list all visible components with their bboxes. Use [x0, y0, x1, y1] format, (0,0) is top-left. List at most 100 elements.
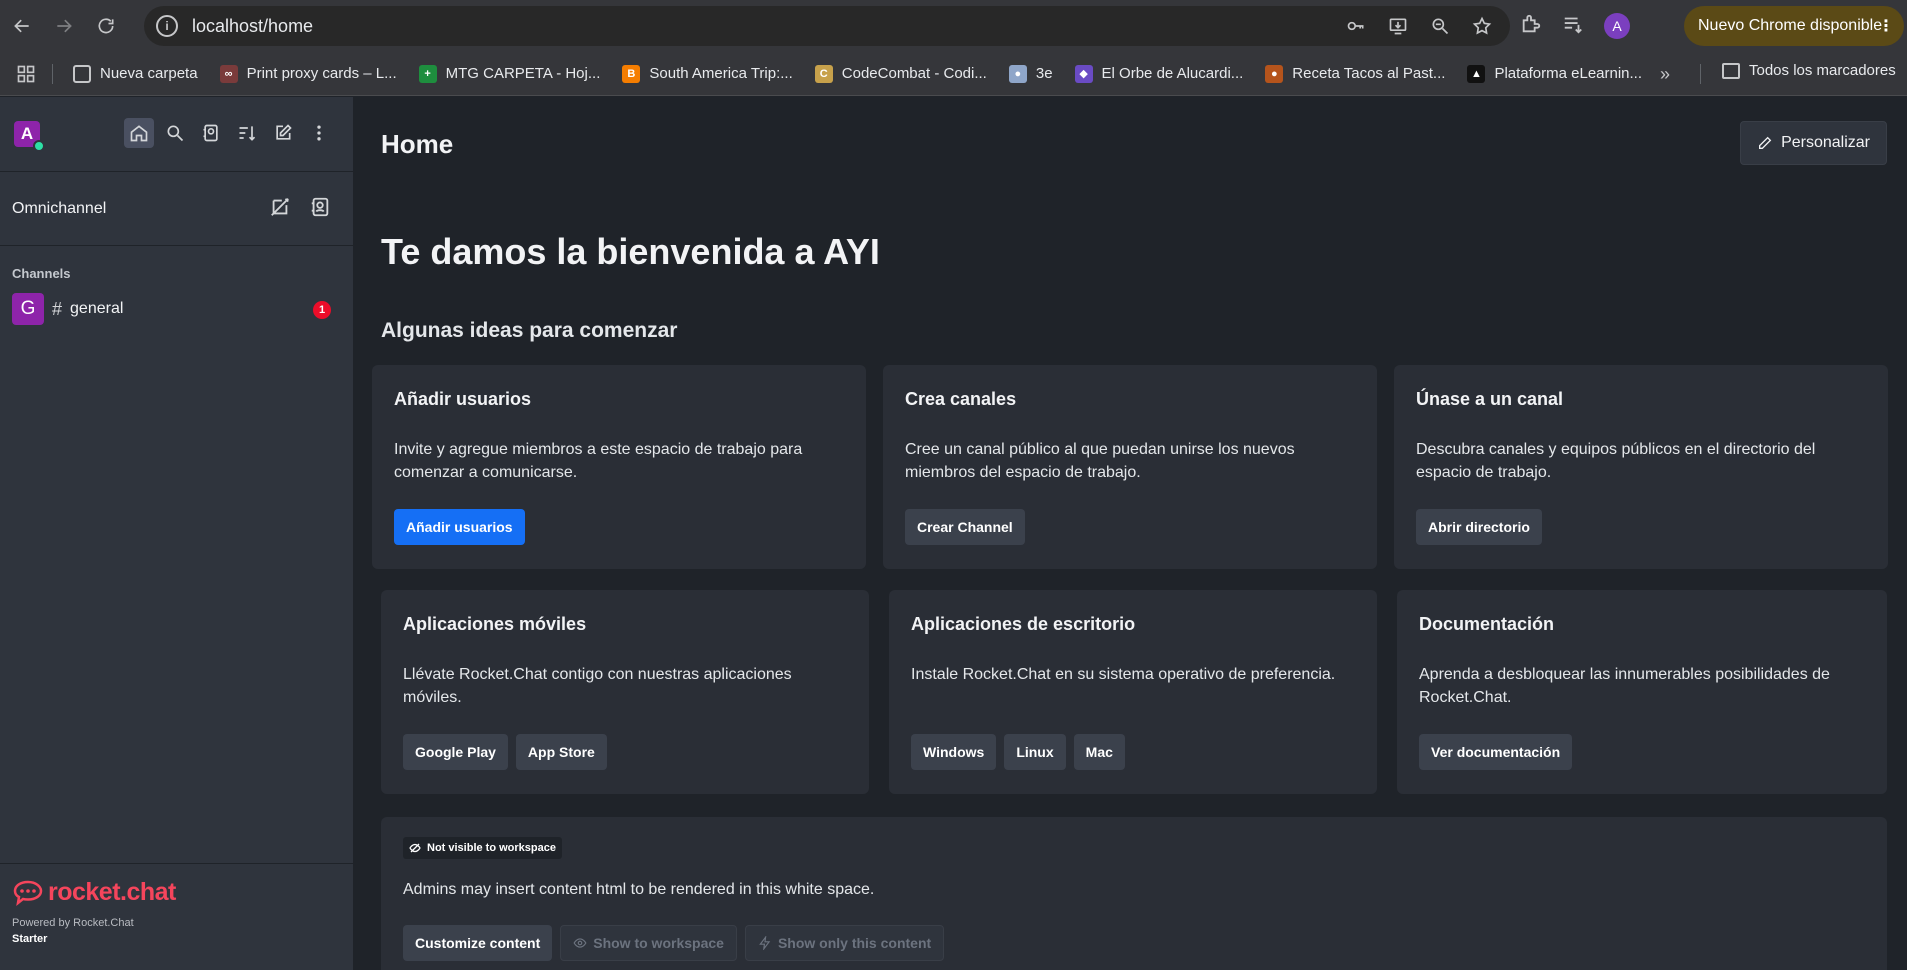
page-title: Home: [381, 129, 454, 159]
all-bookmarks-label: Todos los marcadores: [1749, 62, 1896, 79]
sidebar-item-general[interactable]: G # general 1: [0, 291, 353, 327]
card-title: Crea canales: [905, 389, 1017, 409]
show-to-workspace-button[interactable]: Show to workspace: [560, 925, 737, 961]
bookmark-item[interactable]: C CodeCombat - Codi...: [814, 64, 987, 83]
reload-icon[interactable]: [86, 6, 126, 46]
create-new-icon[interactable]: [268, 118, 298, 148]
more-vert-icon[interactable]: ⋮: [1878, 16, 1894, 36]
powered-by: Powered by Rocket.Chat: [12, 917, 134, 929]
zoom-icon[interactable]: [1428, 14, 1452, 38]
codecombat-icon: C: [814, 64, 833, 83]
profile-avatar[interactable]: A: [1604, 13, 1630, 39]
sort-icon[interactable]: [232, 118, 262, 148]
eye-off-icon: [409, 843, 421, 853]
ideas-heading: Algunas ideas para comenzar: [381, 319, 678, 342]
show-to-workspace-label: Show to workspace: [593, 935, 724, 951]
bookmark-item[interactable]: ◆ El Orbe de Alucardi...: [1074, 64, 1244, 83]
card-text: Descubra canales y equipos públicos en e…: [1416, 441, 1816, 481]
chrome-update-button[interactable]: Nuevo Chrome disponible ⋮: [1684, 6, 1904, 46]
google-play-button[interactable]: Google Play: [403, 734, 508, 770]
home-icon[interactable]: [124, 118, 154, 148]
bookmark-item[interactable]: ● Receta Tacos al Past...: [1265, 64, 1446, 83]
online-status-icon: [33, 140, 45, 152]
linux-button[interactable]: Linux: [1004, 734, 1066, 770]
bookmark-label: Nueva carpeta: [100, 65, 198, 82]
visibility-tag-label: Not visible to workspace: [427, 842, 556, 854]
card-mobile-apps: Aplicaciones móviles Llévate Rocket.Chat…: [381, 590, 869, 794]
card-text: Llévate Rocket.Chat contigo con nuestras…: [403, 666, 792, 706]
user-avatar[interactable]: A: [14, 121, 45, 152]
omnichannel-offline-icon[interactable]: [269, 196, 291, 223]
customize-content-button[interactable]: Customize content: [403, 925, 553, 961]
omnichannel-section: Omnichannel: [0, 172, 353, 246]
open-directory-button[interactable]: Abrir directorio: [1416, 509, 1542, 545]
custom-content-card: Not visible to workspace Admins may inse…: [381, 817, 1887, 970]
contact-center-icon[interactable]: [309, 196, 331, 223]
card-text: Invite y agregue miembros a este espacio…: [394, 441, 803, 481]
bookmark-label: Receta Tacos al Past...: [1292, 65, 1446, 82]
bookmark-item[interactable]: + MTG CARPETA - Hoj...: [418, 64, 601, 83]
folder-icon: [73, 64, 91, 83]
back-icon[interactable]: [2, 6, 42, 46]
url-text[interactable]: localhost/home: [192, 16, 313, 37]
kebab-menu-icon[interactable]: [304, 118, 334, 148]
card-join-channel: Únase a un canal Descubra canales y equi…: [1394, 365, 1888, 569]
card-create-channels: Crea canales Cree un canal público al qu…: [883, 365, 1377, 569]
visibility-tag: Not visible to workspace: [403, 837, 562, 859]
bookmark-label: MTG CARPETA - Hoj...: [445, 65, 601, 82]
browser-toolbar: i localhost/home A Nuevo Chrome disponib…: [0, 0, 1907, 52]
bookmark-item[interactable]: Nueva carpeta: [73, 64, 198, 83]
view-documentation-button[interactable]: Ver documentación: [1419, 734, 1573, 770]
card-title: Únase a un canal: [1416, 389, 1564, 409]
card-title: Añadir usuarios: [394, 389, 532, 409]
card-title: Aplicaciones móviles: [403, 614, 587, 634]
sidebar: A Omnichannel Channels G # general 1 roc…: [0, 97, 354, 970]
bookmark-item[interactable]: ▲ Plataforma eLearnin...: [1467, 64, 1643, 83]
bookmark-star-icon[interactable]: [1470, 14, 1494, 38]
bookmark-item[interactable]: ● 3e: [1008, 64, 1053, 83]
card-text: Aprenda a desbloquear las innumerables p…: [1419, 666, 1830, 706]
proxy-icon: ∞: [219, 64, 238, 83]
all-bookmarks[interactable]: Todos los marcadores: [1722, 62, 1896, 79]
card-desktop-apps: Aplicaciones de escritorio Instale Rocke…: [889, 590, 1377, 794]
apps-grid-icon[interactable]: [0, 64, 52, 84]
main-content: Home Personalizar Te damos la bienvenida…: [355, 97, 1907, 970]
blogger-icon: B: [622, 64, 641, 83]
personalize-button[interactable]: Personalizar: [1740, 121, 1887, 165]
bookmark-item[interactable]: ∞ Print proxy cards – L...: [219, 64, 397, 83]
logo-text: rocket.chat: [48, 878, 176, 906]
create-channel-button[interactable]: Crear Channel: [905, 509, 1025, 545]
search-icon[interactable]: [160, 118, 190, 148]
elearning-icon: ▲: [1467, 64, 1486, 83]
personalize-label: Personalizar: [1781, 134, 1870, 151]
more-bookmarks-icon[interactable]: »: [1660, 64, 1670, 85]
show-only-content-button[interactable]: Show only this content: [744, 925, 945, 961]
app-store-button[interactable]: App Store: [515, 734, 607, 770]
sidebar-footer: rocket.chat Powered by Rocket.Chat Start…: [0, 863, 354, 970]
folder-icon: [1722, 62, 1740, 79]
bookmark-label: Plataforma eLearnin...: [1494, 65, 1643, 82]
bookmark-item[interactable]: B South America Trip:...: [622, 64, 793, 83]
extensions-icon[interactable]: [1520, 13, 1542, 40]
windows-button[interactable]: Windows: [911, 734, 997, 770]
card-add-users: Añadir usuarios Invite y agregue miembro…: [372, 365, 866, 569]
install-app-icon[interactable]: [1386, 14, 1410, 38]
sheets-icon: +: [418, 64, 437, 83]
address-bar[interactable]: i localhost/home: [144, 6, 1510, 46]
site-info-icon[interactable]: i: [156, 15, 178, 37]
chrome-update-label: Nuevo Chrome disponible: [1698, 17, 1883, 34]
add-users-button[interactable]: Añadir usuarios: [394, 509, 525, 545]
directory-icon[interactable]: [196, 118, 226, 148]
card-text: Instale Rocket.Chat en su sistema operat…: [911, 666, 1336, 683]
omnichannel-label: Omnichannel: [12, 199, 107, 217]
hash-icon: #: [52, 298, 63, 319]
bookmark-label: El Orbe de Alucardi...: [1101, 65, 1244, 82]
channel-name: general: [70, 300, 124, 317]
media-queue-icon[interactable]: [1562, 13, 1584, 40]
forward-icon[interactable]: [44, 6, 84, 46]
divider: [1700, 64, 1701, 84]
key-icon[interactable]: [1344, 14, 1368, 38]
mac-button[interactable]: Mac: [1073, 734, 1125, 770]
sidebar-header: A: [0, 97, 353, 172]
plan-label: Starter: [12, 933, 48, 945]
